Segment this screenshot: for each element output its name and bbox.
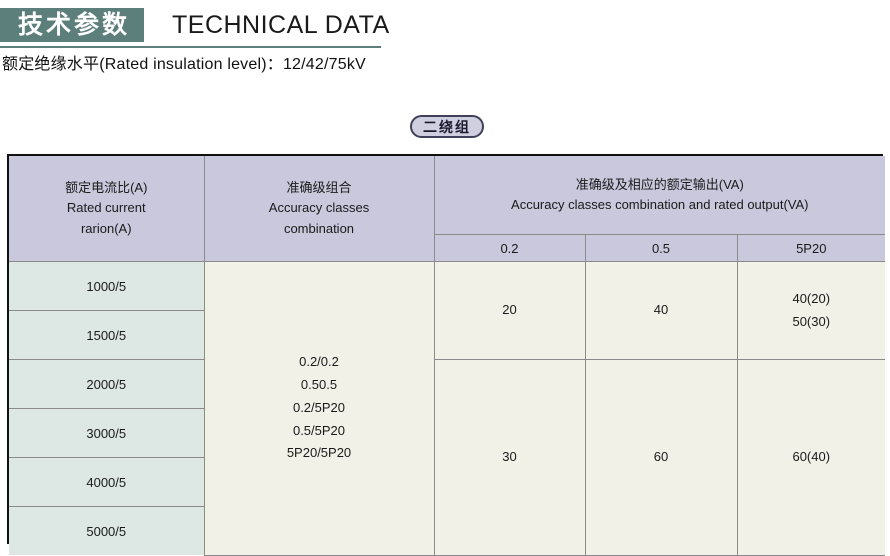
accuracy-line-2: 0.50.5 bbox=[300, 377, 338, 393]
table-row: 1000/5 0.2/0.2 0.50.5 0.2/5P20 0.5/5P20 … bbox=[9, 261, 886, 556]
title-underline-rule bbox=[0, 46, 381, 48]
accuracy-line-3: 0.2/5P20 bbox=[292, 399, 346, 415]
accuracy-line-1: 0.2/0.2 bbox=[299, 354, 339, 370]
ratio-cell-2: 1500/5 bbox=[9, 310, 204, 360]
output-cell-group1-class-0-2: 20 bbox=[433, 261, 586, 360]
ratio-cell-5: 4000/5 bbox=[9, 457, 204, 507]
table-header-row-primary: 额定电流比(A) Rated current rarion(A) 准确级组合 A… bbox=[9, 156, 886, 262]
header-rated-output-group: 准确级及相应的额定输出(VA) Accuracy classes combina… bbox=[433, 156, 886, 235]
header-rated-current-en-1: Rated current bbox=[66, 200, 146, 216]
subheader-class-0-5: 0.5 bbox=[584, 234, 738, 262]
ratio-cell-6: 5000/5 bbox=[9, 506, 204, 555]
header-accuracy-combination: 准确级组合 Accuracy classes combination bbox=[203, 156, 435, 262]
subheader-class-5p20: 5P20 bbox=[736, 234, 886, 262]
page-title-english: TECHNICAL DATA bbox=[172, 11, 390, 39]
header-rated-output-cn: 准确级及相应的额定输出(VA) bbox=[575, 176, 744, 192]
rated-insulation-level-subtitle: 额定绝缘水平(Rated insulation level)：12/42/75k… bbox=[2, 56, 366, 73]
output-cell-group2-class-0-5: 60 bbox=[584, 359, 738, 556]
header-accuracy-combination-en-1: Accuracy classes bbox=[268, 200, 370, 216]
accuracy-line-4: 0.5/5P20 bbox=[292, 422, 346, 438]
header-rated-current-cn: 额定电流比(A) bbox=[65, 180, 148, 196]
header-rated-current-en-2: rarion(A) bbox=[80, 220, 132, 236]
output-group1-5p20-line-2: 50(30) bbox=[792, 313, 831, 329]
output-cell-group1-class-0-5: 40 bbox=[584, 261, 738, 360]
winding-group-badge: 二绕组 bbox=[410, 115, 484, 138]
accuracy-line-5: 5P20/5P20 bbox=[286, 445, 352, 461]
technical-data-table: 额定电流比(A) Rated current rarion(A) 准确级组合 A… bbox=[9, 156, 886, 556]
output-cell-group1-class-5p20: 40(20) 50(30) bbox=[736, 261, 886, 360]
ratio-cell-1: 1000/5 bbox=[9, 261, 205, 311]
ratio-cell-3: 2000/5 bbox=[9, 359, 205, 409]
header-rated-output-en: Accuracy classes combination and rated o… bbox=[511, 197, 809, 212]
output-cell-group2-class-5p20: 60(40) bbox=[736, 359, 886, 556]
table-row: 2000/5 30 60 60(40) bbox=[9, 359, 886, 556]
ratio-cell-4: 3000/5 bbox=[9, 408, 204, 458]
page-title-chinese: 技术参数 bbox=[0, 8, 145, 42]
header-accuracy-combination-cn: 准确级组合 bbox=[286, 180, 352, 196]
output-group1-5p20-line-1: 40(20) bbox=[792, 290, 831, 306]
technical-data-table-wrapper: 额定电流比(A) Rated current rarion(A) 准确级组合 A… bbox=[7, 154, 886, 556]
page-title-block: 技术参数 TECHNICAL DATA bbox=[0, 8, 890, 48]
header-accuracy-combination-en-2: combination bbox=[283, 220, 355, 236]
subheader-class-0-2: 0.2 bbox=[434, 234, 586, 262]
output-cell-group2-class-0-2: 30 bbox=[433, 359, 586, 556]
header-rated-current-ratio: 额定电流比(A) Rated current rarion(A) bbox=[9, 156, 205, 262]
accuracy-combination-cell: 0.2/0.2 0.50.5 0.2/5P20 0.5/5P20 5P20/5P… bbox=[203, 261, 435, 556]
